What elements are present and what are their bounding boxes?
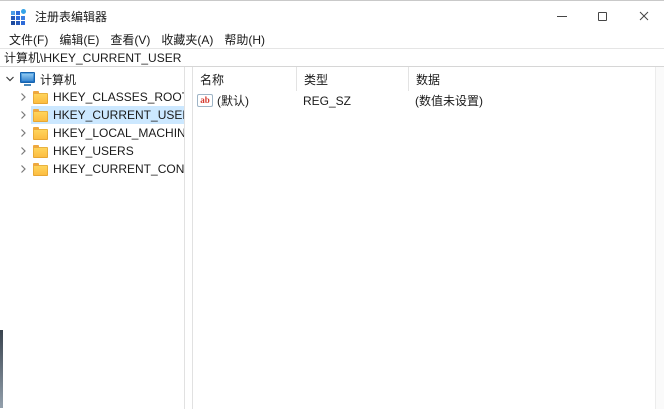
folder-icon: [33, 111, 48, 122]
folder-icon: [33, 93, 48, 104]
maximize-button[interactable]: [582, 1, 623, 31]
chevron-right-icon[interactable]: [15, 89, 31, 105]
folder-icon: [33, 147, 48, 158]
folder-icon: [33, 129, 48, 140]
address-path: 计算机\HKEY_CURRENT_USER: [4, 49, 181, 66]
tree-pane: 计算机 HKEY_CLASSES_ROOT HKEY_CURRENT: [0, 67, 185, 409]
title-bar: 注册表编辑器: [0, 1, 664, 31]
menu-file[interactable]: 文件(F): [8, 30, 49, 49]
menu-bar: 文件(F) 编辑(E) 查看(V) 收藏夹(A) 帮助(H): [0, 31, 664, 48]
folder-icon: [33, 165, 48, 176]
close-button[interactable]: [623, 1, 664, 31]
chevron-down-icon[interactable]: [2, 71, 18, 87]
window-title: 注册表编辑器: [35, 8, 107, 25]
tree-item-label: HKEY_LOCAL_MACHINE: [53, 126, 185, 140]
tree-item-computer[interactable]: 计算机: [0, 70, 184, 88]
menu-favorites[interactable]: 收藏夹(A): [160, 30, 214, 49]
column-header-data[interactable]: 数据: [408, 67, 664, 91]
menu-view[interactable]: 查看(V): [109, 30, 151, 49]
tree-item-label: HKEY_CLASSES_ROOT: [53, 90, 185, 104]
tree-item-hkey-local-machine[interactable]: HKEY_LOCAL_MACHINE: [0, 124, 184, 142]
tree-item-hkey-users[interactable]: HKEY_USERS: [0, 142, 184, 160]
reg-sz-icon: ab: [197, 94, 213, 107]
close-icon: [639, 11, 649, 21]
value-name: (默认): [217, 92, 249, 109]
pane-splitter[interactable]: [185, 67, 192, 409]
maximize-icon: [598, 12, 607, 21]
registry-app-icon: [11, 9, 26, 24]
column-header-type[interactable]: 类型: [296, 67, 408, 91]
value-data: (数值未设置): [408, 92, 664, 109]
column-header-name[interactable]: 名称: [193, 67, 296, 91]
menu-help[interactable]: 帮助(H): [223, 30, 266, 49]
tree-item-label: HKEY_USERS: [53, 144, 134, 158]
minimize-icon: [557, 16, 567, 17]
chevron-right-icon[interactable]: [15, 107, 31, 123]
chevron-right-icon[interactable]: [15, 125, 31, 141]
tree-item-hkey-current-user[interactable]: HKEY_CURRENT_USER: [0, 106, 184, 124]
tree-item-hkey-current-config[interactable]: HKEY_CURRENT_CONFIG: [0, 160, 184, 178]
window-controls: [541, 1, 664, 31]
value-type: REG_SZ: [296, 94, 408, 108]
tree-item-hkey-classes-root[interactable]: HKEY_CLASSES_ROOT: [0, 88, 184, 106]
tree-item-label: HKEY_CURRENT_CONFIG: [53, 162, 185, 176]
list-header: 名称 类型 数据: [193, 67, 664, 91]
tree-item-label: HKEY_CURRENT_USER: [53, 108, 185, 122]
chevron-right-icon[interactable]: [15, 143, 31, 159]
tree-item-label: 计算机: [40, 71, 76, 88]
list-pane: 名称 类型 数据 ab (默认) REG_SZ (数值未设置): [192, 67, 664, 409]
selected-tree-node: HKEY_CURRENT_USER: [31, 106, 185, 124]
menu-edit[interactable]: 编辑(E): [58, 30, 100, 49]
chevron-right-icon[interactable]: [15, 161, 31, 177]
minimize-button[interactable]: [541, 1, 582, 31]
computer-icon: [20, 72, 35, 83]
background-edge-artifact: [0, 330, 3, 408]
registry-editor-window: 注册表编辑器 文件(F) 编辑(E) 查看(V) 收藏夹(A) 帮助(H) 计算…: [0, 0, 664, 408]
list-scrollbar[interactable]: [655, 67, 664, 409]
address-bar[interactable]: 计算机\HKEY_CURRENT_USER: [0, 48, 664, 67]
table-row[interactable]: ab (默认) REG_SZ (数值未设置): [193, 91, 664, 110]
content-area: 计算机 HKEY_CLASSES_ROOT HKEY_CURRENT: [0, 67, 664, 409]
